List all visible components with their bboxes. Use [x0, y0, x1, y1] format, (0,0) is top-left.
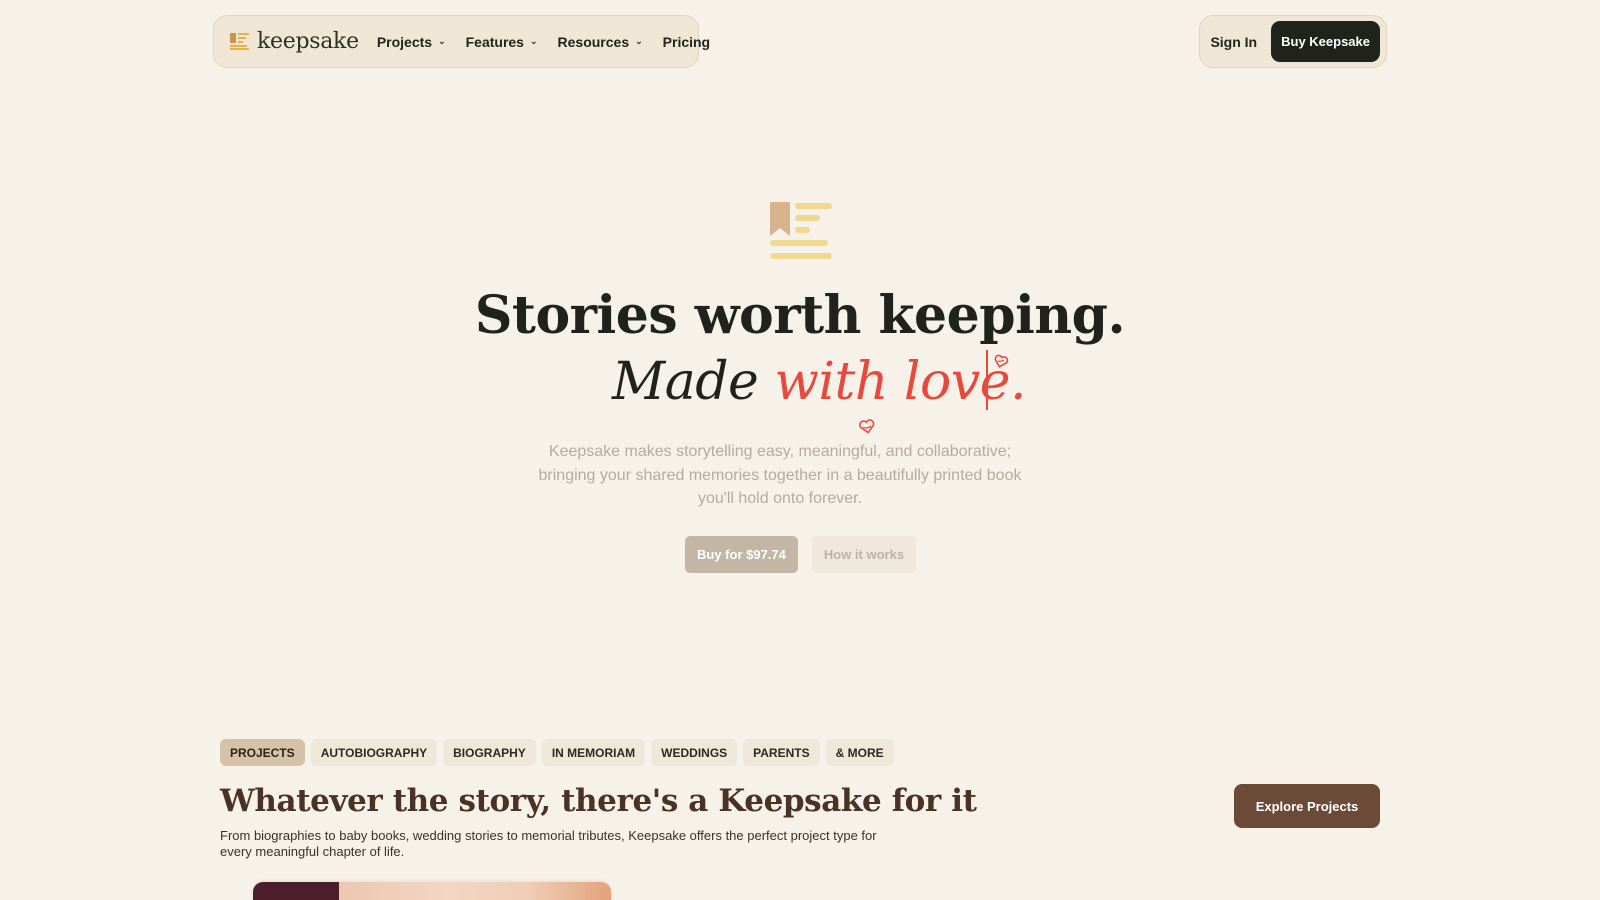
nav-pricing-label: Pricing [662, 33, 711, 50]
nav-resources-label: Resources [557, 33, 630, 50]
brand-name: keepsake [257, 29, 359, 54]
nav-projects[interactable]: Projects ⌄ [377, 34, 446, 50]
keepsake-logo-icon [230, 33, 249, 50]
account-nav: Sign In Buy Keepsake [1199, 15, 1387, 68]
nav-projects-label: Projects [376, 33, 433, 50]
nav-resources[interactable]: Resources ⌄ [558, 34, 643, 50]
chip-autobiography[interactable]: AUTOBIOGRAPHY [310, 739, 438, 766]
sign-in-link[interactable]: Sign In [1210, 34, 1257, 50]
nav-pricing[interactable]: Pricing [663, 34, 710, 50]
chip-parents[interactable]: PARENTS [743, 739, 820, 766]
project-preview-image[interactable] [253, 882, 611, 900]
chip-biography[interactable]: BIOGRAPHY [443, 739, 536, 766]
chevron-down-icon: ⌄ [529, 36, 538, 46]
project-category-chips: PROJECTS AUTOBIOGRAPHY BIOGRAPHY IN MEMO… [220, 739, 900, 766]
chip-weddings[interactable]: WEDDINGS [651, 739, 738, 766]
bookmark-lines-icon [770, 202, 832, 259]
explore-projects-button[interactable]: Explore Projects [1234, 784, 1380, 828]
hero-subheadline-plain: Made [612, 352, 775, 412]
text-caret [986, 350, 988, 410]
preview-cover-photo [339, 882, 611, 900]
heart-icon [858, 417, 876, 435]
chip-more[interactable]: & MORE [825, 739, 894, 766]
projects-section-title: Whatever the story, there's a Keepsake f… [220, 783, 977, 819]
heart-icon [993, 353, 1009, 369]
nav-features[interactable]: Features ⌄ [466, 34, 538, 50]
chevron-down-icon: ⌄ [635, 36, 643, 46]
nav-features-label: Features [465, 33, 524, 50]
chevron-down-icon: ⌄ [438, 36, 446, 46]
chip-in-memoriam[interactable]: IN MEMORIAM [541, 739, 646, 766]
hero-headline: Stories worth keeping. [474, 285, 1126, 346]
buy-price-button[interactable]: Buy for $97.74 [685, 536, 798, 573]
buy-keepsake-button[interactable]: Buy Keepsake [1271, 21, 1380, 62]
how-it-works-button[interactable]: How it works [811, 536, 917, 573]
chip-projects[interactable]: PROJECTS [220, 739, 305, 766]
brand-logo[interactable]: keepsake [230, 29, 359, 54]
projects-section-description: From biographies to baby books, wedding … [220, 828, 877, 859]
hero-subheadline-accent: with love. [774, 352, 1027, 412]
main-nav: keepsake Projects ⌄ Features ⌄ Resources… [213, 15, 710, 68]
hero-cta-group: Buy for $97.74 How it works [685, 536, 917, 573]
preview-cover-dark [253, 882, 339, 900]
hero-description: Keepsake makes storytelling easy, meanin… [538, 443, 1022, 507]
hero-subheadline: Made with love. [612, 352, 1027, 412]
